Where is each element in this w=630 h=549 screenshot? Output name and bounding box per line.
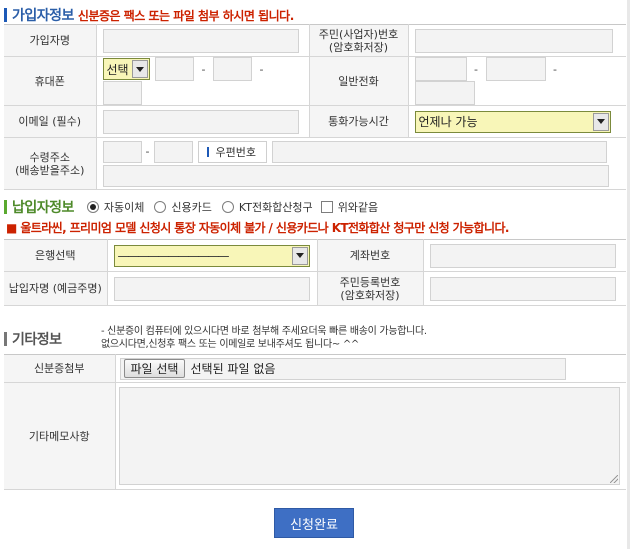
same-as-above-checkbox[interactable] [320,201,333,213]
mobile-prefix-select-value: 선택 [106,62,129,77]
resident-number-input[interactable] [414,28,613,53]
other-section-title: 기타정보 [12,332,62,348]
email-label: 이메일 (필수) [4,105,97,138]
section-bar-icon [4,8,7,22]
landline-last-input[interactable] [414,81,475,105]
radio-auto-transfer-label: 자동이체 [103,201,145,214]
zip-marker-icon [206,146,209,157]
attachment-info-line1: - 신분증이 컴퓨터에 있으시다면 바로 첨부해 주세요더욱 빠른 배송이 가능… [101,326,427,337]
payer-resident-number-label: 주민등록번호 (암호화저장) [317,271,424,306]
subscriber-section-header: 가입자정보 신분증은 팩스 또는 파일 첨부 하시면 됩니다. [4,5,294,25]
subscriber-name-input[interactable] [102,28,299,53]
dash-separator: - [259,62,264,76]
account-number-label: 계좌번호 [317,239,424,272]
payment-method-options: 자동이체 신용카드 KT전화합산청구 위와같음 [82,199,378,215]
payer-section-header: 납입자정보 자동이체 신용카드 KT전화합산청구 위와같음 [4,197,378,217]
same-as-above-label: 위와같음 [337,201,379,214]
zip-search-button[interactable]: 우편번호 [197,140,267,163]
landline-label: 일반전화 [309,56,409,106]
payer-form-table: 은행선택 ——————————— 계좌번호 납입자명 (예금주명) 주민등록번호… [4,239,626,306]
payer-name-label: 납입자명 (예금주명) [4,271,108,306]
address-label-line2: (배송받을주소) [15,163,85,177]
radio-credit-card[interactable] [154,201,167,213]
section-bar-icon [4,332,7,346]
dash-separator: - [474,62,478,76]
section-bar-icon [4,200,7,214]
call-time-label: 통화가능시간 [309,105,409,138]
landline-middle-input[interactable] [485,57,546,81]
bank-select-label: 은행선택 [4,239,108,272]
landline-prefix-input[interactable] [414,57,467,81]
resize-grip-icon[interactable] [609,475,618,483]
payer-section-title: 납입자정보 [12,200,74,216]
payer-warning-notice: ■ 울트라씬, 프리미엄 모델 신청시 통장 자동이체 불가 / 신용카드나 K… [6,221,509,235]
memo-label: 기타메모사항 [4,382,116,490]
subscriber-name-label: 가입자명 [4,24,97,57]
bank-select[interactable]: ——————————— [113,244,310,267]
radio-kt-billing[interactable] [221,201,234,213]
submit-button[interactable]: 신청완료 [274,508,354,538]
zip-code-input-1[interactable] [102,140,142,163]
mobile-last-input[interactable] [102,81,142,105]
resident-number-label: 주민(사업자)번호 (암호화저장) [309,24,409,57]
other-form-table: 신분증첨부 파일 선택 선택된 파일 없음 기타메모사항 [4,354,626,490]
bank-select-value: ——————————— [117,248,230,263]
chevron-down-icon[interactable] [131,60,148,78]
payer-resident-label-line1: 주민등록번호 [339,275,401,289]
mobile-middle-input[interactable] [155,57,194,81]
address-label-line1: 수령주소 [29,150,70,164]
radio-credit-card-label: 신용카드 [171,201,212,214]
zip-search-button-label: 우편번호 [215,145,256,159]
resident-number-label-line1: 주민(사업자)번호 [318,27,399,41]
chevron-down-icon[interactable] [291,246,308,265]
dash-separator: - [145,145,150,158]
mobile-prefix-select[interactable]: 선택 [102,58,150,80]
chevron-down-icon[interactable] [592,112,609,131]
mobile-label: 휴대폰 [4,56,97,106]
dash-separator: - [201,62,206,76]
address-main-input[interactable] [271,140,607,163]
file-input[interactable]: 파일 선택 선택된 파일 없음 [119,357,566,380]
zip-code-input-2[interactable] [153,140,193,163]
address-label: 수령주소 (배송받을주소) [4,137,97,190]
attachment-info-line2: 없으시다면,신청후 팩스 또는 이메일로 보내주셔도 됩니다~ ^^ [101,339,359,350]
payer-name-input[interactable] [113,276,310,301]
mobile-middle-input-2[interactable] [213,57,252,81]
id-attach-label: 신분증첨부 [4,354,116,383]
attachment-info-text: - 신분증이 컴퓨터에 있으시다면 바로 첨부해 주세요더욱 빠른 배송이 가능… [101,325,427,351]
radio-kt-billing-label: KT전화합산청구 [238,201,313,214]
radio-auto-transfer[interactable] [86,201,99,213]
file-status-text: 선택된 파일 없음 [190,362,276,376]
email-input[interactable] [102,109,299,134]
payer-resident-number-input[interactable] [429,276,616,301]
subscriber-section-note: 신분증은 팩스 또는 파일 첨부 하시면 됩니다. [77,8,294,23]
payer-resident-label-line2: (암호화저장) [340,288,400,302]
subscriber-form-table: 가입자명 주민(사업자)번호 (암호화저장) 휴대폰 선택 - - 일반전화 -… [4,24,626,190]
file-select-button[interactable]: 파일 선택 [123,359,186,378]
account-number-input[interactable] [429,243,616,268]
call-time-select-value: 언제나 가능 [418,115,478,129]
address-detail-input[interactable] [102,164,609,187]
other-section-header: 기타정보 [4,329,62,349]
resident-number-label-line2: (암호화저장) [328,40,389,54]
subscriber-section-title: 가입자정보 [12,8,74,24]
memo-textarea[interactable] [118,387,620,485]
call-time-select[interactable]: 언제나 가능 [414,110,611,133]
dash-separator: - [553,62,557,76]
